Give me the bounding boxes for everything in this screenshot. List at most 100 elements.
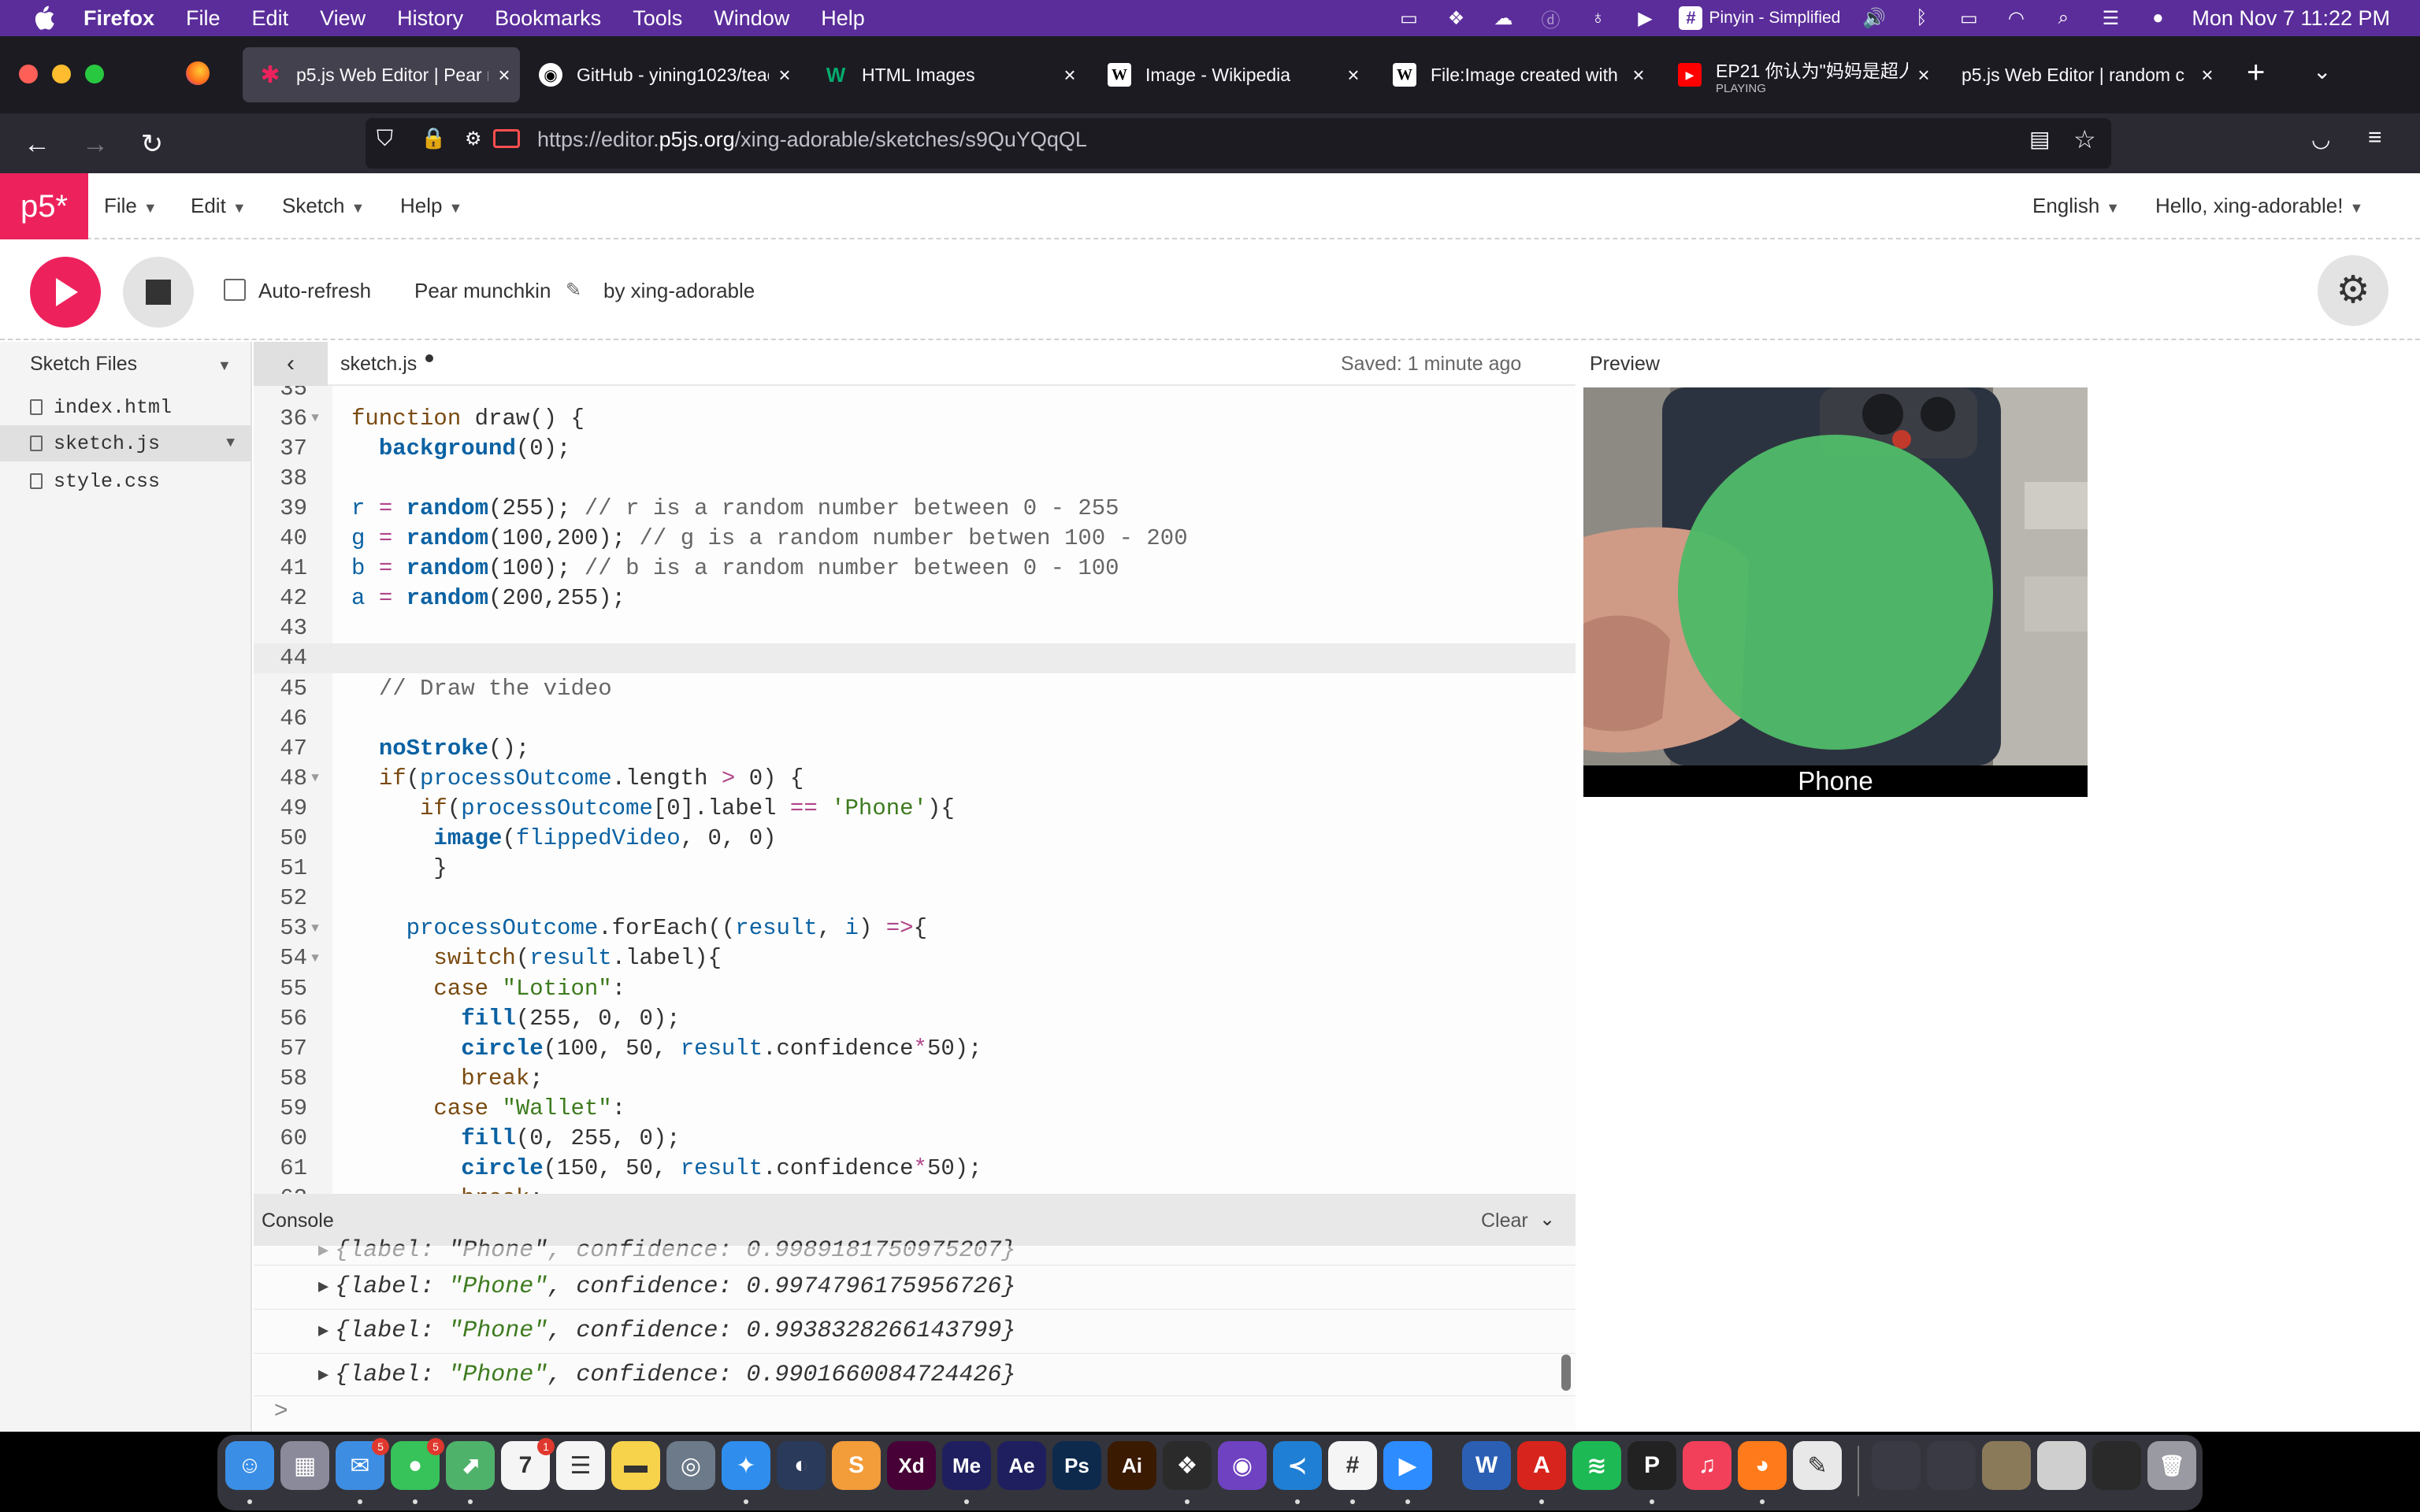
console-line[interactable]: ▶ {label: "Phone", confidence: 0.99383282… <box>318 1310 1015 1351</box>
tab-p5-random[interactable]: p5.js Web Editor | random c × <box>1946 47 2223 102</box>
p5-menu-edit[interactable]: Edit ▼ <box>191 194 247 218</box>
bluetooth-icon[interactable]: ᛒ <box>1908 7 1935 29</box>
menu-bookmarks[interactable]: Bookmarks <box>495 6 601 31</box>
safari-icon[interactable]: ✦ <box>722 1441 770 1490</box>
close-tab-icon[interactable]: × <box>2192 63 2223 87</box>
tab-github[interactable]: ◉ GitHub - yining1023/teachable × <box>523 47 800 102</box>
tab-p5-pear-munchkin[interactable]: ✱ p5.js Web Editor | Pear munchkin × <box>243 47 520 102</box>
illustrator-icon[interactable]: Ai <box>1108 1441 1156 1490</box>
volume-icon[interactable]: 🔊 <box>1861 7 1887 29</box>
recent-window-4-icon[interactable] <box>2037 1441 2086 1490</box>
close-tab-icon[interactable]: × <box>1908 63 1939 87</box>
trash-icon[interactable]: 🗑 <box>2147 1441 2196 1490</box>
file-item-index-html[interactable]: index.html <box>0 389 251 425</box>
xd-icon[interactable]: Xd <box>887 1441 936 1490</box>
expand-triangle-icon[interactable]: ▶ <box>318 1365 328 1385</box>
zoom-window-button[interactable] <box>85 65 104 83</box>
battery-icon[interactable]: ▭ <box>1955 7 1982 29</box>
figma-icon[interactable]: ❖ <box>1163 1441 1212 1490</box>
project-name[interactable]: Pear munchkin <box>414 279 551 303</box>
close-window-button[interactable] <box>19 65 38 83</box>
project-author[interactable]: by xing-adorable <box>603 279 755 303</box>
menu-file[interactable]: File <box>186 6 221 31</box>
recent-window-2-icon[interactable] <box>1927 1441 1976 1490</box>
creative-cloud-icon[interactable]: ☁ <box>1490 7 1516 29</box>
tab-youtube-playing[interactable]: ▶ EP21 你认为"妈妈是超人" PLAYING × <box>1662 47 1939 102</box>
app-menu-icon[interactable]: ≡ <box>2368 124 2382 151</box>
pitch-icon[interactable]: P <box>1628 1441 1676 1490</box>
facetime-icon[interactable]: ▭ <box>1395 7 1422 29</box>
pin-icon[interactable]: ♁ <box>1584 7 1611 29</box>
arc-icon[interactable]: ◐ <box>777 1441 826 1490</box>
play-button[interactable] <box>30 257 101 328</box>
settings-button[interactable]: ⚙ <box>2318 255 2388 326</box>
play-icon[interactable]: ▶ <box>1631 7 1658 29</box>
recent-window-3-icon[interactable] <box>1982 1441 2031 1490</box>
tab-image-wikipedia[interactable]: W Image - Wikipedia × <box>1092 47 1369 102</box>
firefox-icon[interactable]: ◕ <box>1738 1441 1787 1490</box>
menu-tools[interactable]: Tools <box>633 6 682 31</box>
p5-menu-file[interactable]: File ▼ <box>104 194 158 218</box>
back-button[interactable]: ← <box>17 124 57 164</box>
lock-icon[interactable]: 🔒 <box>421 126 446 150</box>
menu-edit[interactable]: Edit <box>252 6 289 31</box>
url-text[interactable]: https://editor.p5js.org/xing-adorable/sk… <box>537 128 1087 152</box>
firefox-view-icon[interactable] <box>186 61 210 85</box>
edit-name-icon[interactable]: ✎ <box>566 279 581 302</box>
console-line[interactable]: ▶ {label: "Phone", confidence: 0.99016600… <box>318 1354 1015 1395</box>
close-tab-icon[interactable]: × <box>1623 63 1654 87</box>
pocket-icon[interactable]: ◡ <box>2311 126 2330 152</box>
notes-icon[interactable]: ▬ <box>611 1441 660 1490</box>
preview-icon[interactable]: ◎ <box>666 1441 715 1490</box>
apple-icon[interactable] <box>28 3 58 33</box>
file-options-icon[interactable]: ▼ <box>226 435 235 451</box>
finder-icon[interactable]: ☺ <box>225 1441 274 1490</box>
file-item-style-css[interactable]: style.css <box>0 463 251 499</box>
after-effects-icon[interactable]: Ae <box>997 1441 1046 1490</box>
reader-view-icon[interactable]: ▤ <box>2029 126 2050 152</box>
user-menu[interactable]: Hello, xing-adorable! ▼ <box>2155 194 2363 218</box>
menu-view[interactable]: View <box>320 6 366 31</box>
expand-triangle-icon[interactable]: ▶ <box>318 1321 328 1341</box>
dropbox-icon[interactable]: ❖ <box>1442 7 1469 29</box>
menu-help[interactable]: Help <box>821 6 865 31</box>
list-all-tabs-button[interactable]: ⌄ <box>2313 58 2331 84</box>
language-selector[interactable]: English ▼ <box>2032 194 2120 218</box>
code-editor[interactable] <box>254 386 1576 1194</box>
d-icon[interactable]: ⓓ <box>1537 7 1564 32</box>
collapse-sidebar-button[interactable]: ‹ <box>254 342 328 386</box>
wifi-icon[interactable]: ◠ <box>2002 7 2029 29</box>
forward-button[interactable]: → <box>76 124 115 164</box>
collapse-console-icon[interactable]: ⌄ <box>1539 1208 1555 1231</box>
menu-clock[interactable]: Mon Nov 7 11:22 PM <box>2192 6 2390 31</box>
reload-button[interactable]: ↻ <box>132 124 172 164</box>
editor-file-tab[interactable]: sketch.js <box>340 353 417 376</box>
input-method-menu[interactable]: # Pinyin - Simplified <box>1679 6 1840 30</box>
menu-window[interactable]: Window <box>714 6 789 31</box>
minimize-window-button[interactable] <box>52 65 71 83</box>
spotify-icon[interactable]: ≋ <box>1572 1441 1621 1490</box>
siri-icon[interactable]: ● <box>2144 7 2171 29</box>
bookmark-star-icon[interactable]: ☆ <box>2073 124 2096 154</box>
tab-html-images[interactable]: W HTML Images × <box>808 47 1086 102</box>
console-line[interactable]: ▶ {label: "Phone", confidence: 0.99747961… <box>318 1266 1015 1307</box>
tab-file-image[interactable]: W File:Image created with × <box>1377 47 1654 102</box>
close-tab-icon[interactable]: × <box>769 63 800 87</box>
sidebar-options-icon[interactable]: ▼ <box>217 358 232 374</box>
sublime-icon[interactable]: S <box>832 1441 881 1490</box>
p5-menu-sketch[interactable]: Sketch ▼ <box>282 194 365 218</box>
maps-icon[interactable]: ⬈ <box>446 1441 495 1490</box>
console-clear-button[interactable]: Clear <box>1481 1210 1528 1232</box>
textedit-icon[interactable]: ✎ <box>1793 1441 1842 1490</box>
recent-window-1-icon[interactable] <box>1872 1441 1921 1490</box>
console-scrollbar[interactable] <box>1561 1354 1571 1391</box>
camera-sharing-icon[interactable] <box>493 129 520 148</box>
p5-menu-help[interactable]: Help ▼ <box>400 194 462 218</box>
menu-firefox[interactable]: Firefox <box>84 6 154 31</box>
tracking-protection-icon[interactable]: ⛉ <box>377 126 393 152</box>
launchpad-icon[interactable]: ▦ <box>280 1441 329 1490</box>
auto-refresh-label[interactable]: Auto-refresh <box>258 279 371 303</box>
recent-window-5-icon[interactable] <box>2092 1441 2141 1490</box>
auto-refresh-checkbox[interactable] <box>224 279 246 301</box>
expand-triangle-icon[interactable]: ▶ <box>318 1277 328 1297</box>
